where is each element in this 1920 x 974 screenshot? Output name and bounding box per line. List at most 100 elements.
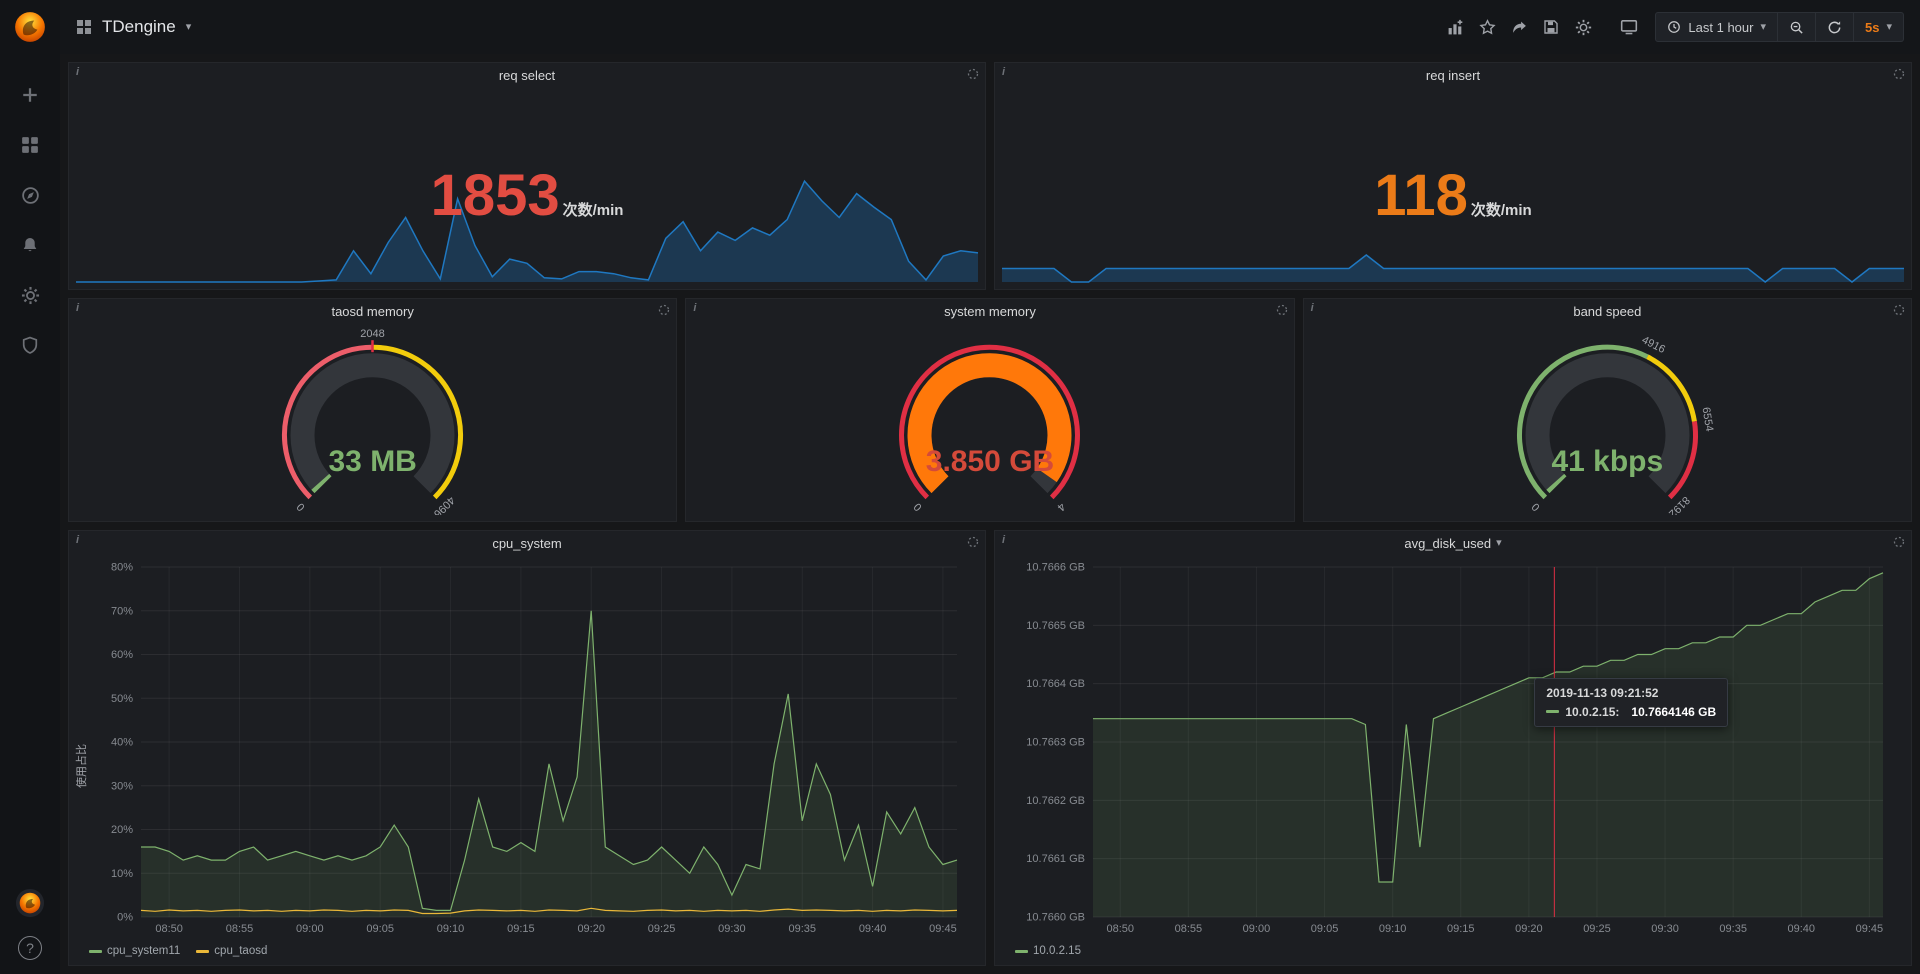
graph-tooltip: 2019-11-13 09:21:52 10.0.2.15: 10.766414… bbox=[1534, 678, 1728, 727]
svg-text:60%: 60% bbox=[111, 649, 133, 661]
time-series-chart[interactable]: 10.7660 GB10.7661 GB10.7662 GB10.7663 GB… bbox=[1009, 557, 1897, 937]
svg-text:2048: 2048 bbox=[360, 328, 384, 340]
refresh-icon bbox=[1827, 20, 1842, 35]
caret-down-icon: ▾ bbox=[1760, 22, 1766, 33]
panel-title[interactable]: band speed bbox=[1573, 304, 1641, 319]
tv-mode-icon[interactable] bbox=[1613, 12, 1645, 42]
panel-system-memory: i system memory 04 3.850 GB bbox=[685, 298, 1294, 522]
svg-text:20%: 20% bbox=[111, 824, 133, 836]
panel-title[interactable]: req insert bbox=[1426, 68, 1480, 83]
svg-text:09:25: 09:25 bbox=[648, 923, 676, 935]
svg-text:0%: 0% bbox=[117, 912, 133, 924]
grafana-logo[interactable] bbox=[13, 10, 47, 44]
gauge-value: 33 MB bbox=[75, 445, 670, 479]
svg-text:08:50: 08:50 bbox=[155, 923, 183, 935]
help-icon[interactable]: ? bbox=[18, 936, 42, 960]
panel-title[interactable]: system memory bbox=[944, 304, 1036, 319]
singlestat-req-select[interactable]: 1853 次数/min bbox=[75, 89, 979, 283]
svg-text:09:15: 09:15 bbox=[1447, 923, 1475, 935]
svg-text:09:10: 09:10 bbox=[437, 923, 465, 935]
legend-item[interactable]: 10.0.2.15 bbox=[1015, 945, 1081, 957]
server-admin-shield-icon[interactable] bbox=[15, 330, 45, 360]
svg-text:80%: 80% bbox=[111, 562, 133, 574]
svg-text:70%: 70% bbox=[111, 605, 133, 617]
svg-text:08:55: 08:55 bbox=[1175, 923, 1203, 935]
singlestat-req-insert[interactable]: 118 次数/min bbox=[1001, 89, 1905, 283]
time-series-chart[interactable]: 0%10%20%30%40%50%60%70%80%08:5008:5509:0… bbox=[95, 557, 971, 937]
tooltip-time: 2019-11-13 09:21:52 bbox=[1546, 686, 1716, 700]
dashboards-icon[interactable] bbox=[15, 130, 45, 160]
refresh-interval-picker[interactable]: 5s ▾ bbox=[1854, 12, 1904, 42]
dashboard-grid: i req select 1853 次数/min bbox=[60, 54, 1920, 974]
panel-req-select: i req select 1853 次数/min bbox=[68, 62, 986, 290]
legend-item[interactable]: cpu_system11 bbox=[89, 945, 180, 957]
alerting-bell-icon[interactable] bbox=[15, 230, 45, 260]
svg-text:09:25: 09:25 bbox=[1583, 923, 1611, 935]
explore-compass-icon[interactable] bbox=[15, 180, 45, 210]
panel-title[interactable]: avg_disk_used bbox=[1404, 536, 1491, 551]
caret-down-icon[interactable]: ▾ bbox=[1496, 538, 1502, 549]
svg-text:09:20: 09:20 bbox=[577, 923, 605, 935]
svg-text:0: 0 bbox=[1529, 500, 1542, 513]
svg-text:30%: 30% bbox=[111, 780, 133, 792]
svg-text:09:20: 09:20 bbox=[1515, 923, 1543, 935]
tooltip-series-swatch bbox=[1546, 710, 1559, 713]
tooltip-value: 10.7664146 GB bbox=[1631, 705, 1716, 719]
stat-value: 118 次数/min bbox=[1001, 167, 1905, 225]
stat-unit: 次数/min bbox=[1471, 199, 1532, 220]
save-icon[interactable] bbox=[1535, 12, 1567, 42]
svg-text:09:40: 09:40 bbox=[859, 923, 887, 935]
svg-text:09:05: 09:05 bbox=[1311, 923, 1339, 935]
panel-taosd-memory: i taosd memory 020484096 33 MB bbox=[68, 298, 677, 522]
gauge: 020484096 bbox=[75, 325, 670, 515]
settings-gear-icon[interactable] bbox=[1567, 12, 1599, 42]
svg-text:09:00: 09:00 bbox=[1243, 923, 1271, 935]
svg-text:50%: 50% bbox=[111, 693, 133, 705]
svg-text:09:40: 09:40 bbox=[1788, 923, 1816, 935]
legend: cpu_system11 cpu_taosd bbox=[89, 945, 267, 957]
svg-text:6554: 6554 bbox=[1699, 406, 1715, 432]
svg-text:09:15: 09:15 bbox=[507, 923, 535, 935]
svg-text:10.7666 GB: 10.7666 GB bbox=[1026, 562, 1085, 574]
stat-unit: 次数/min bbox=[563, 199, 624, 220]
panel-title[interactable]: cpu_system bbox=[492, 536, 561, 551]
svg-text:10.7661 GB: 10.7661 GB bbox=[1026, 853, 1085, 865]
gauge: 0491665548192 bbox=[1310, 325, 1905, 515]
navbar: TDengine ▾ bbox=[60, 0, 1920, 54]
svg-text:40%: 40% bbox=[111, 737, 133, 749]
svg-text:09:30: 09:30 bbox=[718, 923, 746, 935]
svg-text:10.7665 GB: 10.7665 GB bbox=[1026, 620, 1085, 632]
refresh-interval-label: 5s bbox=[1865, 20, 1879, 35]
time-range-picker[interactable]: Last 1 hour ▾ bbox=[1655, 12, 1778, 42]
star-icon[interactable] bbox=[1471, 12, 1503, 42]
svg-text:09:35: 09:35 bbox=[1719, 923, 1747, 935]
svg-text:09:35: 09:35 bbox=[788, 923, 816, 935]
svg-text:09:10: 09:10 bbox=[1379, 923, 1407, 935]
panel-title[interactable]: req select bbox=[499, 68, 555, 83]
zoom-out-icon bbox=[1789, 20, 1804, 35]
dashboard-title-button[interactable]: TDengine ▾ bbox=[76, 17, 191, 37]
caret-down-icon: ▾ bbox=[186, 22, 192, 33]
svg-text:09:00: 09:00 bbox=[296, 923, 324, 935]
tooltip-series-name: 10.0.2.15: bbox=[1565, 705, 1619, 719]
zoom-out-button[interactable] bbox=[1778, 12, 1816, 42]
svg-text:08:50: 08:50 bbox=[1106, 923, 1134, 935]
user-avatar[interactable] bbox=[15, 888, 45, 918]
configuration-gear-icon[interactable] bbox=[15, 280, 45, 310]
gauge-value: 41 kbps bbox=[1310, 445, 1905, 479]
refresh-button[interactable] bbox=[1816, 12, 1854, 42]
panel-avg-disk-used: i avg_disk_used ▾ 10.7660 GB10.7661 GB10… bbox=[994, 530, 1912, 966]
svg-text:10.7660 GB: 10.7660 GB bbox=[1026, 912, 1085, 924]
panel-title[interactable]: taosd memory bbox=[331, 304, 413, 319]
panel-cpu-system: i cpu_system 使用占比 0%10%20%30%40%50%60%70… bbox=[68, 530, 986, 966]
share-icon[interactable] bbox=[1503, 12, 1535, 42]
svg-text:10%: 10% bbox=[111, 868, 133, 880]
create-plus-icon[interactable] bbox=[15, 80, 45, 110]
add-panel-button[interactable] bbox=[1439, 12, 1471, 42]
caret-down-icon: ▾ bbox=[1886, 22, 1892, 33]
panel-band-speed: i band speed 0491665548192 41 kbps bbox=[1303, 298, 1912, 522]
legend-item[interactable]: cpu_taosd bbox=[196, 945, 267, 957]
stat-value: 1853 次数/min bbox=[75, 167, 979, 225]
svg-text:09:45: 09:45 bbox=[929, 923, 957, 935]
page-title: TDengine bbox=[102, 17, 176, 37]
